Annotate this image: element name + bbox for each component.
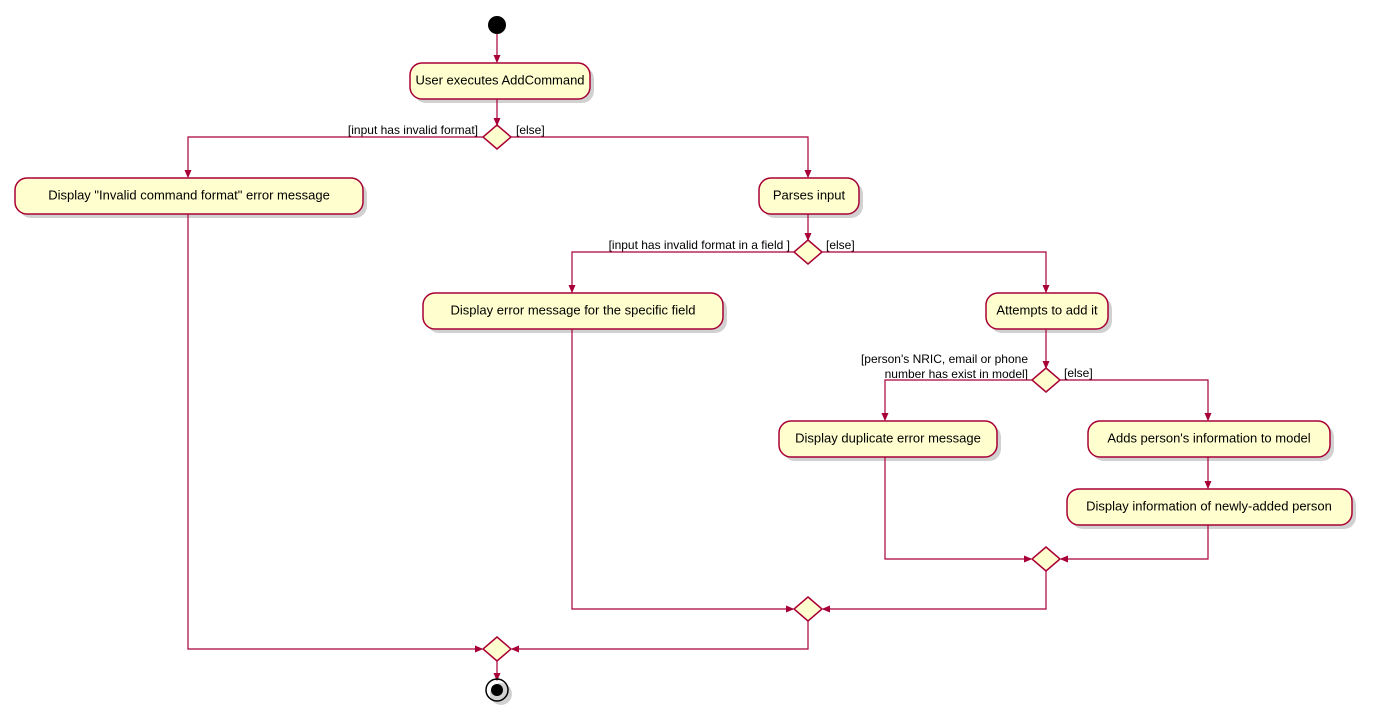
activity-adds-label: Adds person's information to model [1107,430,1310,445]
activity-parses-label: Parses input [773,187,846,202]
guard-g1-left: [input has invalid format] [348,123,478,137]
activity-invalid-cmd-label: Display "Invalid command format" error m… [48,187,330,202]
activity-attempts-label: Attempts to add it [996,302,1098,317]
end-node-inner [491,684,503,696]
guard-g1-right: [else] [516,123,545,137]
decision-1 [483,125,511,149]
guard-g3-left-l2: number has exist in model] [885,367,1028,381]
merge-3 [1032,547,1060,571]
merge-2 [794,597,822,621]
merge-1 [483,637,511,661]
decision-2 [794,240,822,264]
guard-g2-left: [input has invalid format in a field ] [609,238,790,252]
activity-field-err-label: Display error message for the specific f… [451,302,696,317]
start-node [488,16,506,34]
guard-g2-right: [else] [826,238,855,252]
activity-user-executes-label: User executes AddCommand [415,72,584,87]
activity-newly-label: Display information of newly-added perso… [1086,498,1332,513]
activity-dup-err-label: Display duplicate error message [795,430,981,445]
guard-g3-right: [else] [1064,366,1093,380]
decision-3 [1032,368,1060,392]
guard-g3-left-l1: [person's NRIC, email or phone [861,352,1028,366]
